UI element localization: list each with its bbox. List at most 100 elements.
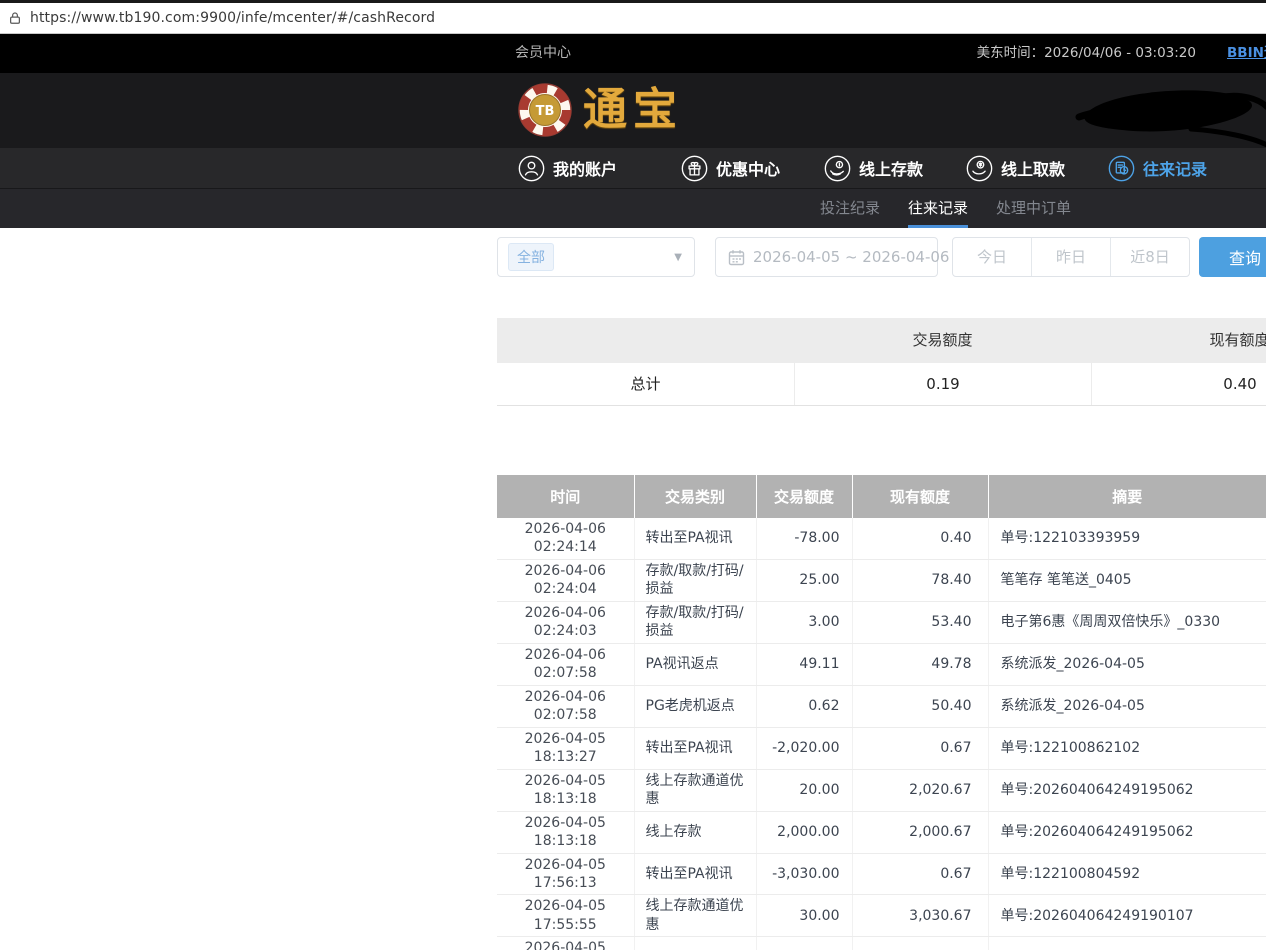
cell-time: 2026-04-05 17:55:55 [497,895,634,937]
col-header-balance: 现有额度 [852,475,988,518]
col-header-time: 时间 [497,475,634,518]
cell-summary: 笔笔存 笔笔送_0405 [988,559,1266,601]
nav-item-transaction-records[interactable]: 往来记录 [1108,148,1207,188]
nav-item-promotions[interactable]: 优惠中心 [681,148,780,188]
record-row: 2026-04-06 02:07:58PG老虎机返点0.6250.40系统派发_… [497,685,1266,727]
cell-summary: 单号:202604064249190107 [988,895,1266,937]
cell-balance: 2,000.67 [852,811,988,853]
cell-time: 2026-04-05 17:55:55 [497,937,634,950]
logo-band: TB 通宝 [0,73,1266,148]
cell-amount: -78.00 [756,518,852,559]
search-button[interactable]: 查询 [1199,237,1266,277]
cell-balance: 49.78 [852,643,988,685]
nav-label: 往来记录 [1143,156,1207,180]
col-header-amount: 交易额度 [756,475,852,518]
records-body: 2026-04-06 02:24:14转出至PA视讯-78.000.40单号:1… [497,518,1266,950]
cell-time: 2026-04-06 02:24:03 [497,601,634,643]
cell-time: 2026-04-06 02:24:14 [497,518,634,559]
bbin-news-link[interactable]: BBIN资 [1227,34,1266,73]
type-select[interactable]: 全部 ▼ [497,237,695,277]
main-nav: 我的账户 优惠中心 线上存款 [0,148,1266,189]
cell-summary: 单号:202604064249195062 [988,811,1266,853]
date-range-value: 2026-04-05 ~ 2026-04-06 [753,248,949,266]
tab-betting-records[interactable]: 投注纪录 [820,189,880,225]
cell-amount: 25.00 [756,559,852,601]
deposit-coin-hand-icon [824,155,851,182]
last-8-days-button[interactable]: 近8日 [1110,238,1189,276]
chevron-down-icon: ▼ [674,252,682,263]
cell-summary: 系统派发_2026-04-05 [988,643,1266,685]
member-center-link[interactable]: 会员中心 [515,34,571,73]
col-header-summary: 摘要 [988,475,1266,518]
summary-total-row: 总计 0.19 0.40 [497,363,1266,406]
gift-icon [681,155,708,182]
records-table: 时间 交易类别 交易额度 现有额度 摘要 2026-04-06 02:24:14… [497,475,1266,950]
nav-item-my-account[interactable]: 我的账户 [518,148,617,188]
record-row: 2026-04-06 02:07:58PA视讯返点49.1149.78系统派发_… [497,643,1266,685]
brand-name: 通宝 [583,82,683,138]
record-row: 2026-04-05 18:13:18线上存款通道优惠20.002,020.67… [497,769,1266,811]
poker-chip-icon: TB [517,82,573,138]
cell-amount: 3.00 [756,601,852,643]
url-text[interactable]: https://www.tb190.com:9900/infe/mcenter/… [30,10,435,26]
cell-type: 线上存款通道优惠 [634,769,756,811]
tab-cash-records[interactable]: 往来记录 [908,189,968,228]
eastern-time-label: 美东时间：2026/04/06 - 03:03:20 [977,34,1196,73]
cell-balance: 78.40 [852,559,988,601]
cell-time: 2026-04-05 18:13:18 [497,811,634,853]
summary-header-blank [497,318,794,363]
nav-label: 我的账户 [553,156,617,180]
cell-type: 转出至PA视讯 [634,518,756,559]
top-utility-bar: 会员中心 美东时间：2026/04/06 - 03:03:20 BBIN资 [0,34,1266,73]
cell-amount: 30.00 [756,895,852,937]
withdraw-coin-hand-icon [966,155,993,182]
record-row: 2026-04-05 18:13:27转出至PA视讯-2,020.000.67单… [497,727,1266,769]
record-row: 2026-04-06 02:24:14转出至PA视讯-78.000.40单号:1… [497,518,1266,559]
cell-time: 2026-04-06 02:07:58 [497,685,634,727]
quick-date-buttons: 今日 昨日 近8日 [952,237,1190,277]
cell-type: 存款/取款/打码/损益 [634,601,756,643]
yesterday-button[interactable]: 昨日 [1031,238,1110,276]
browser-url-bar[interactable]: https://www.tb190.com:9900/infe/mcenter/… [0,3,1266,34]
cell-amount: 3,000.00 [756,937,852,950]
nav-item-online-withdrawal[interactable]: 线上取款 [966,148,1065,188]
lock-icon [8,11,22,25]
cell-type: 转出至PA视讯 [634,853,756,895]
cell-time: 2026-04-05 17:56:13 [497,853,634,895]
cell-amount: -2,020.00 [756,727,852,769]
app-window: https://www.tb190.com:9900/infe/mcenter/… [0,0,1266,950]
cell-time: 2026-04-06 02:24:04 [497,559,634,601]
cell-summary: 单号:122103393959 [988,518,1266,559]
cell-balance: 2,020.67 [852,769,988,811]
cell-balance: 3,030.67 [852,895,988,937]
record-row: 2026-04-06 02:24:04存款/取款/打码/损益25.0078.40… [497,559,1266,601]
cell-balance: 0.67 [852,853,988,895]
brand-logo[interactable]: TB 通宝 [517,82,683,138]
cell-time: 2026-04-06 02:07:58 [497,643,634,685]
cell-amount: 0.62 [756,685,852,727]
today-button[interactable]: 今日 [953,238,1031,276]
records-icon [1108,155,1135,182]
date-range-input[interactable]: 2026-04-05 ~ 2026-04-06 [715,237,938,277]
calendar-icon [728,249,745,266]
cell-type: 线上存款 [634,811,756,853]
record-row: 2026-04-06 02:24:03存款/取款/打码/损益3.0053.40电… [497,601,1266,643]
cell-summary: 单号:202604064249190107 [988,937,1266,950]
cell-time: 2026-04-05 18:13:18 [497,769,634,811]
cell-amount: 20.00 [756,769,852,811]
summary-total-label: 总计 [497,363,794,405]
type-select-value[interactable]: 全部 [508,243,554,271]
tab-pending-orders[interactable]: 处理中订单 [996,189,1071,225]
cell-time: 2026-04-05 18:13:27 [497,727,634,769]
col-header-type: 交易类别 [634,475,756,518]
cell-balance: 53.40 [852,601,988,643]
record-row: 2026-04-05 17:56:13转出至PA视讯-3,030.000.67单… [497,853,1266,895]
record-row: 2026-04-05 17:55:55线上存款3,000.003,000.67单… [497,937,1266,950]
record-row: 2026-04-05 17:55:55线上存款通道优惠30.003,030.67… [497,895,1266,937]
cell-type: 存款/取款/打码/损益 [634,559,756,601]
nav-item-online-deposit[interactable]: 线上存款 [824,148,923,188]
cell-balance: 0.40 [852,518,988,559]
summary-header-transaction-amount: 交易额度 [794,318,1091,363]
records-header: 时间 交易类别 交易额度 现有额度 摘要 [497,475,1266,518]
cell-type: 线上存款 [634,937,756,950]
